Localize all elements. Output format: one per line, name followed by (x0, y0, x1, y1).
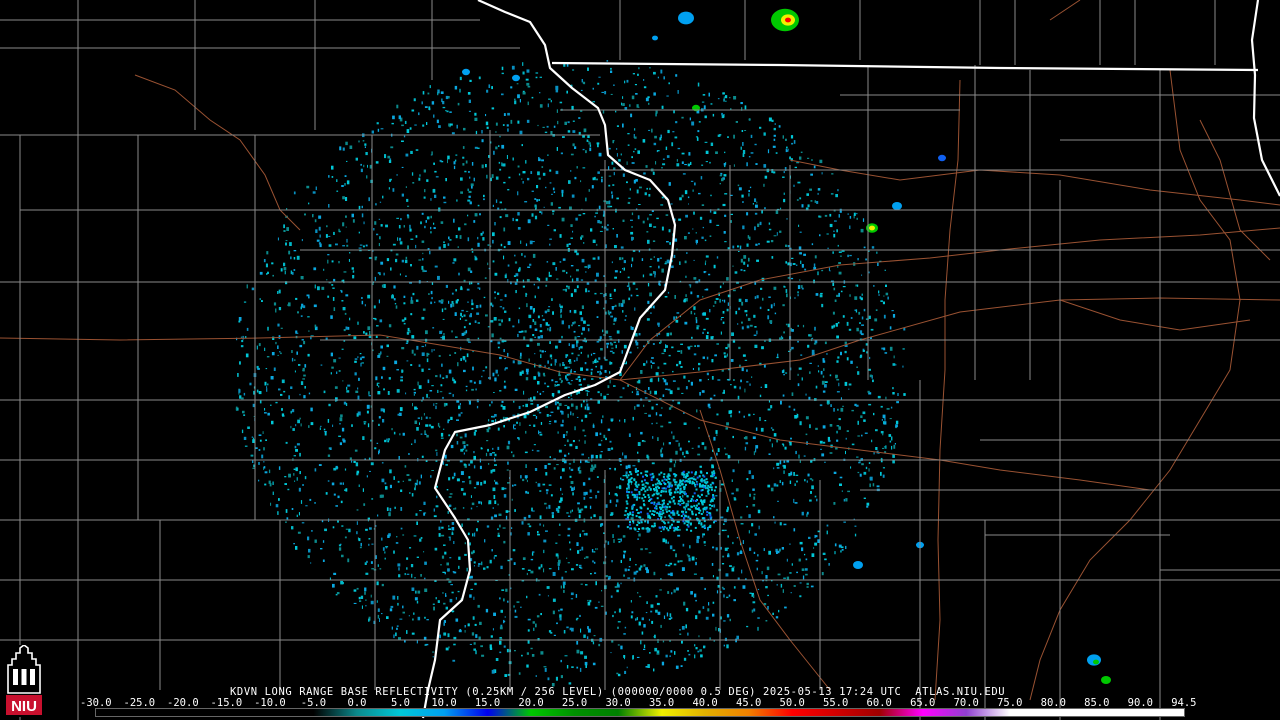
legend-tick-label: -25.0 (123, 697, 156, 709)
legend-tick-label: -5.0 (300, 697, 327, 709)
legend-tick-label: 0.0 (347, 697, 367, 709)
county-boundaries (0, 0, 1280, 720)
legend-tick-label: 15.0 (474, 697, 501, 709)
legend-tick-label: 65.0 (910, 697, 936, 709)
legend-tick-label: 90.0 (1127, 697, 1153, 709)
legend-tick-label: -10.0 (254, 697, 286, 709)
legend-tick-label: 25.0 (561, 697, 588, 709)
legend-tick-label: -15.0 (210, 697, 243, 709)
legend-tick-label: -30.0 (80, 697, 112, 709)
legend-tick-label: 5.0 (391, 697, 410, 709)
legend-tick-label: 10.0 (431, 697, 457, 709)
highway-lines (0, 0, 1280, 701)
legend-tick-label: 45.0 (736, 697, 762, 709)
niu-logo-text: NIU (11, 698, 37, 715)
radar-map (0, 0, 1280, 720)
legend-tick-label: 35.0 (648, 697, 675, 709)
legend-tick-label: 85.0 (1084, 697, 1110, 709)
legend-tick-label: 50.0 (779, 697, 805, 709)
legend-tick-label: 70.0 (953, 697, 979, 709)
legend-tick-label: 75.0 (997, 697, 1023, 709)
legend-tick-label: 20.0 (518, 697, 544, 709)
niu-logo: NIU (3, 645, 45, 717)
legend-tick-label: 80.0 (1040, 697, 1066, 709)
legend-tick-label: 60.0 (866, 697, 892, 709)
legend-tick-label: -20.0 (167, 697, 199, 709)
legend-tick-label: 55.0 (823, 697, 849, 709)
reflectivity-color-bar (95, 708, 1185, 717)
legend-tick-label: 40.0 (692, 697, 718, 709)
legend-tick-label: 30.0 (605, 697, 631, 709)
legend-tick-label: 94.5 (1171, 697, 1197, 709)
legend-tick-labels: -30.0 -25.0 -20.0 -15.0 -10.0 -5.0 0.0 5.0 10.0 1… (80, 697, 1196, 709)
